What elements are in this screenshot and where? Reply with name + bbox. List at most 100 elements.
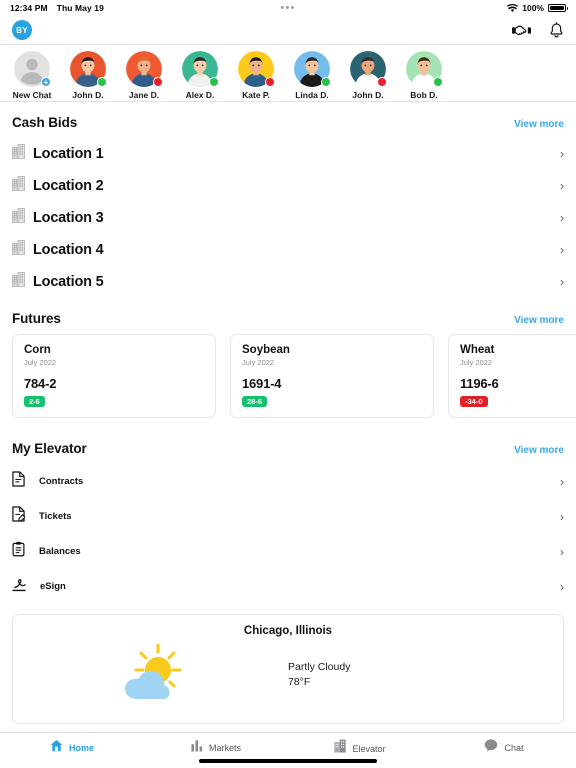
status-bar-time: 12:34 PM xyxy=(10,3,48,13)
building-icon xyxy=(12,272,25,292)
cash-bid-location-row[interactable]: Location 5 › xyxy=(0,266,576,298)
futures-change-badge: -34-0 xyxy=(460,396,488,407)
futures-card[interactable]: Wheat July 2022 1196-6 -34-0 xyxy=(448,334,576,418)
chat-contact-label: Kate P. xyxy=(242,90,270,100)
chevron-right-icon[interactable]: › xyxy=(560,276,564,288)
contact-avatar xyxy=(238,51,275,87)
home-indicator xyxy=(199,759,377,763)
my-elevator-header: My Elevator View more xyxy=(0,428,576,464)
building-icon xyxy=(12,176,25,191)
location-label: Location 4 xyxy=(33,242,104,258)
futures-commodity-name: Corn xyxy=(24,344,51,356)
document-edit-icon xyxy=(12,506,26,527)
chevron-right-icon[interactable]: › xyxy=(560,212,564,224)
chat-contact-item[interactable]: Bob D. xyxy=(402,51,446,100)
chat-contact-item[interactable]: John D. xyxy=(346,51,390,100)
chat-contact-item[interactable]: Kate P. xyxy=(234,51,278,100)
cash-bids-header: Cash Bids View more xyxy=(0,102,576,138)
avatar[interactable]: BY xyxy=(12,20,32,40)
cash-bid-location-row[interactable]: Location 4 › xyxy=(0,234,576,266)
tab-chat[interactable]: Chat xyxy=(432,739,576,757)
cash-bid-location-row[interactable]: Location 3 › xyxy=(0,202,576,234)
building-icon xyxy=(12,240,25,260)
futures-contract-month: July 2022 xyxy=(460,358,493,367)
chat-contact-item[interactable]: Linda D. xyxy=(290,51,334,100)
battery-full-icon xyxy=(548,4,568,12)
ios-status-bar: 12:34 PM Thu May 19 ••• 100% xyxy=(0,0,576,16)
my-elevator-view-more-link[interactable]: View more xyxy=(514,445,564,456)
chevron-right-icon[interactable]: › xyxy=(560,244,564,256)
weather-text: Partly Cloudy 78°F xyxy=(288,641,563,688)
status-online-badge xyxy=(433,77,443,87)
chat-contact-item[interactable]: Jane D. xyxy=(122,51,166,100)
app-header: BY xyxy=(0,16,576,45)
bar-chart-icon xyxy=(191,739,203,757)
futures-view-more-link[interactable]: View more xyxy=(514,315,564,326)
chevron-right-icon[interactable]: › xyxy=(560,148,564,160)
my-elevator-row[interactable]: eSign › xyxy=(0,569,576,604)
cash-bid-location-row[interactable]: Location 1 › xyxy=(0,138,576,170)
building-icon xyxy=(12,144,25,159)
my-elevator-label: Tickets xyxy=(39,511,72,522)
status-online-badge xyxy=(209,77,219,87)
chat-contact-label: New Chat xyxy=(12,90,52,100)
cash-bids-location-list: Location 1 › Location 2 › Location 3 › Loca… xyxy=(0,138,576,298)
my-elevator-list: Contracts › Tickets › Balances › eSign › xyxy=(0,464,576,604)
chat-bubble-icon xyxy=(484,739,498,757)
chevron-right-icon[interactable]: › xyxy=(560,581,564,593)
bottom-tab-bar[interactable]: Home Markets Elevator Chat xyxy=(0,732,576,768)
futures-change-badge: 2-6 xyxy=(24,396,45,407)
tab-label: Home xyxy=(68,743,94,753)
futures-price: 1691-4 xyxy=(242,376,282,391)
futures-card[interactable]: Soybean July 2022 1691-4 28-6 xyxy=(230,334,434,418)
cash-bid-location-row[interactable]: Location 2 › xyxy=(0,170,576,202)
my-elevator-row[interactable]: Contracts › xyxy=(0,464,576,499)
main-scroll-area[interactable]: Cash Bids View more Location 1 › Location… xyxy=(0,102,576,732)
chat-contact-label: Linda D. xyxy=(295,90,329,100)
cash-bids-view-more-link[interactable]: View more xyxy=(514,119,564,130)
my-elevator-row[interactable]: Tickets › xyxy=(0,499,576,534)
building-icon xyxy=(12,240,25,255)
location-label: Location 3 xyxy=(33,210,104,226)
status-online-badge xyxy=(97,77,107,87)
futures-commodity-name: Soybean xyxy=(242,344,290,356)
tab-label: Elevator xyxy=(352,743,386,754)
chevron-right-icon[interactable]: › xyxy=(560,511,564,523)
status-online-badge xyxy=(321,77,331,87)
home-icon xyxy=(50,739,63,757)
my-elevator-row[interactable]: Balances › xyxy=(0,534,576,569)
chevron-right-icon[interactable]: › xyxy=(560,476,564,488)
contact-avatar xyxy=(406,51,443,87)
weather-city-label: Chicago, Illinois xyxy=(243,625,333,637)
add-chat-badge-icon[interactable]: + xyxy=(41,77,51,87)
location-label: Location 5 xyxy=(33,274,104,290)
tab-label: Chat xyxy=(504,743,524,753)
location-label: Location 1 xyxy=(33,146,104,162)
chat-contact-item[interactable]: Alex D. xyxy=(178,51,222,100)
contact-avatar xyxy=(182,51,219,87)
tab-home[interactable]: Home xyxy=(0,739,144,757)
tab-elevator[interactable]: Elevator xyxy=(288,739,432,758)
new-chat-button[interactable]: + New Chat xyxy=(10,51,54,100)
handshake-icon[interactable] xyxy=(512,23,531,38)
futures-contract-month: July 2022 xyxy=(242,358,275,367)
chat-avatar-strip[interactable]: + New Chat John D. Jane D. Alex D. Kate P… xyxy=(0,45,576,102)
chevron-right-icon[interactable]: › xyxy=(560,546,564,558)
futures-price: 1196-6 xyxy=(460,376,499,391)
futures-commodity-name: Wheat xyxy=(460,344,495,356)
section-title-my-elevator: My Elevator xyxy=(12,441,87,456)
section-title-cash-bids: Cash Bids xyxy=(12,115,78,130)
chevron-right-icon[interactable]: › xyxy=(560,180,564,192)
weather-card[interactable]: Chicago, Illinois Partly Cloudy 78°F xyxy=(12,614,564,724)
battery-percent-label: 100% xyxy=(522,3,544,13)
bell-icon[interactable] xyxy=(549,21,564,39)
futures-card-carousel[interactable]: Corn July 2022 784-2 2-6 Soybean July 2022 169… xyxy=(0,334,576,428)
chat-contact-label: Jane D. xyxy=(128,90,160,100)
document-icon xyxy=(12,471,25,492)
futures-card[interactable]: Corn July 2022 784-2 2-6 xyxy=(12,334,216,418)
contact-avatar xyxy=(126,51,163,87)
status-busy-badge xyxy=(377,77,387,87)
chat-contact-item[interactable]: John D. xyxy=(66,51,110,100)
tab-markets[interactable]: Markets xyxy=(144,739,288,757)
status-busy-badge xyxy=(265,77,275,87)
